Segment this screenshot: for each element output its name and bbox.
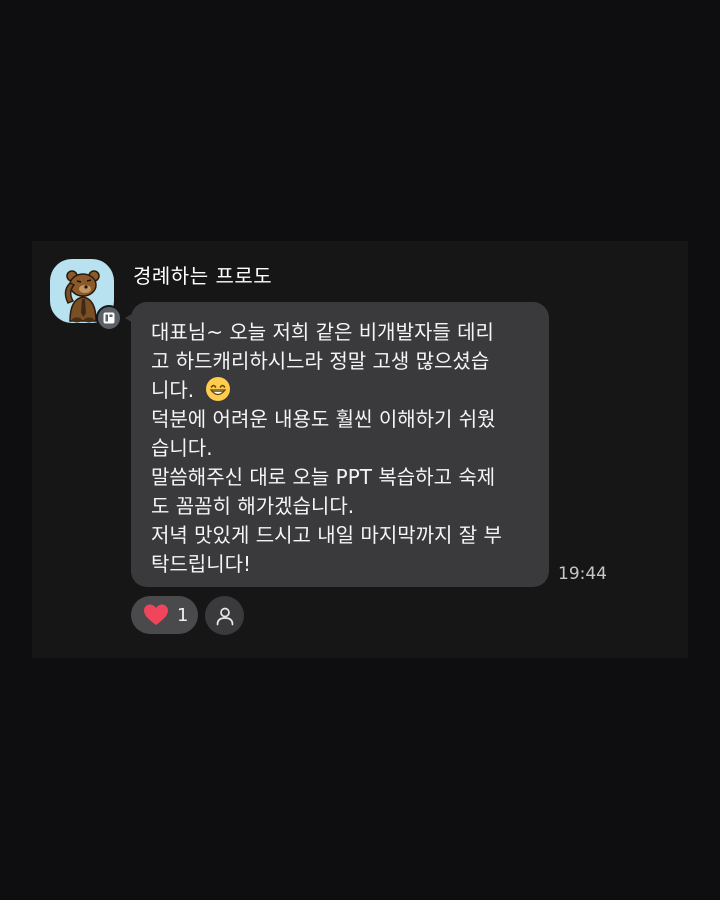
heart-reaction-button[interactable]: 1: [131, 596, 198, 634]
grinning-smile-emoji: [205, 377, 230, 401]
message-line: 고 하드캐리하시느라 정말 고생 많으셨습: [151, 349, 490, 373]
sender-name[interactable]: 경례하는 프로도: [133, 260, 272, 289]
message-line: 니다.: [151, 378, 201, 402]
message-line: 탁드립니다!: [151, 552, 252, 576]
heart-icon: [144, 604, 168, 625]
message-text: 대표님~ 오늘 저희 같은 비개발자들 데리 고 하드캐리하시느라 정말 고생 …: [151, 318, 531, 579]
avatar-container[interactable]: [50, 259, 122, 331]
profile-card-icon[interactable]: [96, 305, 122, 331]
message-bubble[interactable]: 대표님~ 오늘 저희 같은 비개발자들 데리 고 하드캐리하시느라 정말 고생 …: [125, 302, 549, 587]
chat-message-panel: 경례하는 프로도 대표님~ 오늘 저희 같은 비개발자들 데리 고 하드캐리하시…: [32, 241, 688, 658]
message-line: 말씀해주신 대로 오늘 PPT 복습하고 숙제: [151, 465, 496, 489]
message-line: 저녁 맛있게 드시고 내일 마지막까지 잘 부: [151, 523, 502, 547]
message-line: 습니다.: [151, 436, 213, 460]
message-line: 덕분에 어려운 내용도 훨씬 이해하기 쉬웠: [151, 407, 496, 431]
person-icon: [216, 607, 233, 625]
reaction-count: 1: [177, 604, 189, 626]
add-reaction-button[interactable]: [205, 596, 244, 635]
message-timestamp: 19:44: [558, 564, 607, 584]
message-line: 대표님~ 오늘 저희 같은 비개발자들 데리: [151, 320, 494, 344]
message-line: 도 꼼꼼히 해가겠습니다.: [151, 494, 355, 518]
